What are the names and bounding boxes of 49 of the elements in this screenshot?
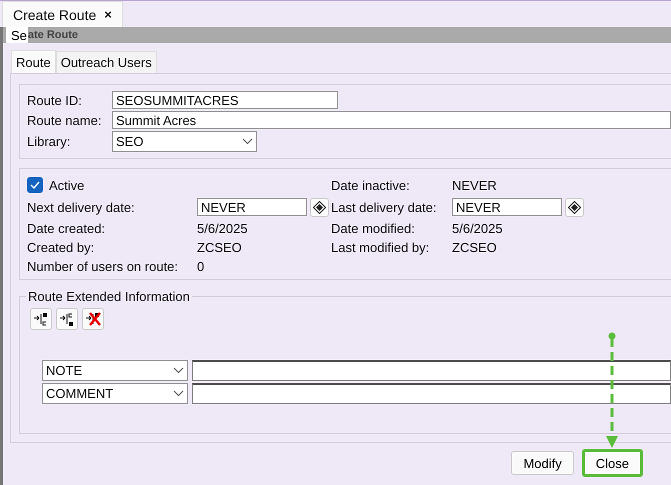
dialog-button[interactable]: Modify <box>511 451 574 475</box>
checkbox[interactable] <box>27 177 43 193</box>
tree-add-icon <box>59 311 75 327</box>
field-label: Date created: <box>27 220 106 236</box>
window-tab[interactable]: Create Route × <box>2 1 123 27</box>
input-field[interactable] <box>192 383 671 404</box>
overlapping-text: Se <box>6 27 28 43</box>
field-value: 0 <box>197 258 206 275</box>
field-label: Route ID: <box>27 92 83 108</box>
field-label: Last delivery date: <box>331 200 438 214</box>
field-label: Library: <box>27 134 72 149</box>
date-field[interactable]: NEVER <box>452 198 562 216</box>
field-label: Last modified by: <box>331 240 430 254</box>
field-label: Next delivery date: <box>27 200 136 214</box>
tab-label: Create Route <box>13 6 96 22</box>
checkbox-label: Active <box>49 178 84 192</box>
chevron-down-icon <box>173 390 184 397</box>
add-button[interactable] <box>30 308 52 330</box>
group-legend: Route Extended Information <box>26 289 192 304</box>
remove-button[interactable] <box>82 308 104 330</box>
chevron-down-icon <box>173 367 184 374</box>
date-picker-button[interactable] <box>565 198 584 216</box>
delete-icon <box>85 311 101 327</box>
field-label: Date inactive: <box>331 178 411 192</box>
input-field[interactable]: SEOSUMMITACRES <box>112 91 338 109</box>
tab[interactable]: Route <box>11 50 56 73</box>
date-picker-button[interactable] <box>310 198 329 216</box>
chevron-down-icon <box>242 138 253 145</box>
field-value: ZCSEO <box>452 238 498 256</box>
field-label: Date modified: <box>331 220 416 236</box>
input-field[interactable]: Summit Acres <box>112 111 671 129</box>
add-button[interactable] <box>56 308 78 330</box>
window-title: ate Route <box>28 29 78 41</box>
field-value: ZCSEO <box>197 238 243 256</box>
field-value: 5/6/2025 <box>452 220 504 237</box>
type-select[interactable]: COMMENT <box>42 383 188 404</box>
library-select[interactable]: SEO <box>112 131 257 152</box>
check-icon <box>30 181 40 189</box>
type-select[interactable]: NOTE <box>42 360 188 381</box>
field-label: Route name: <box>27 112 102 128</box>
tab[interactable]: Outreach Users <box>56 51 157 73</box>
field-value: NEVER <box>452 176 498 194</box>
close-icon[interactable]: × <box>104 7 112 22</box>
field-label: Created by: <box>27 240 96 254</box>
field-value: 5/6/2025 <box>197 220 249 237</box>
input-field[interactable] <box>192 360 671 381</box>
tree-add-icon <box>33 311 49 327</box>
field-label: Number of users on route: <box>27 258 180 274</box>
date-field[interactable]: NEVER <box>197 198 307 216</box>
